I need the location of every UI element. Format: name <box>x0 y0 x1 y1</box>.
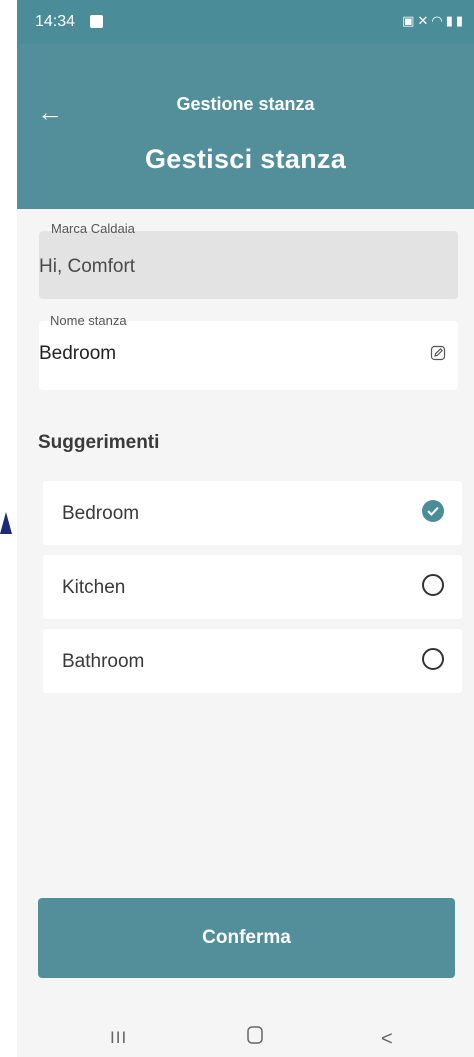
suggestion-item-bedroom[interactable]: Bedroom <box>43 481 462 545</box>
pointer-marker <box>0 512 12 534</box>
battery-icon: ▮ <box>455 13 466 28</box>
confirm-button[interactable]: Conferma <box>38 898 455 978</box>
signal-icon: ▮ <box>445 13 456 28</box>
status-icons: ▣✕◠▮▮ <box>402 13 466 29</box>
room-name-input[interactable]: Bedroom <box>39 343 116 365</box>
status-bar: 14:34 ▣✕◠▮▮ <box>17 0 474 44</box>
phone-screen: 14:34 ▣✕◠▮▮ ← Gestione stanza Gestisci s… <box>17 0 474 1057</box>
room-name-field[interactable]: Nome stanza Bedroom <box>39 313 458 390</box>
suggestion-label: Kitchen <box>62 577 126 598</box>
suggestion-label: Bathroom <box>62 651 145 672</box>
mute-icon: ✕ <box>417 13 432 28</box>
radio-unchecked-icon[interactable] <box>422 648 444 670</box>
page-title: Gestisci stanza <box>144 144 347 174</box>
wifi-icon: ◠ <box>431 13 446 28</box>
boiler-brand-field: Marca Caldaia Hi, Comfort <box>39 221 458 299</box>
radio-checked-icon[interactable] <box>422 500 444 522</box>
suggestion-item-bathroom[interactable]: Bathroom <box>43 629 462 693</box>
status-time: 14:34 <box>35 13 76 30</box>
suggestion-label: Bedroom <box>62 503 140 524</box>
notification-icon <box>90 15 103 28</box>
header-title: Gestione stanza <box>176 94 315 114</box>
boiler-brand-label: Marca Caldaia <box>51 221 135 236</box>
suggestion-item-kitchen[interactable]: Kitchen <box>43 555 462 619</box>
system-nav-bar: III < <box>17 1010 474 1057</box>
radio-unchecked-icon[interactable] <box>422 574 444 596</box>
edit-icon[interactable] <box>430 345 446 361</box>
app-header: ← Gestione stanza Gestisci stanza <box>17 44 474 209</box>
boiler-brand-value: Hi, Comfort <box>39 256 136 277</box>
recent-apps-icon[interactable]: III <box>110 1028 127 1048</box>
photo-icon: ▣ <box>402 13 418 28</box>
back-icon[interactable]: < <box>381 1028 393 1051</box>
room-name-label: Nome stanza <box>50 313 127 328</box>
home-icon[interactable] <box>247 1026 263 1050</box>
suggestions-title: Suggerimenti <box>38 432 160 453</box>
